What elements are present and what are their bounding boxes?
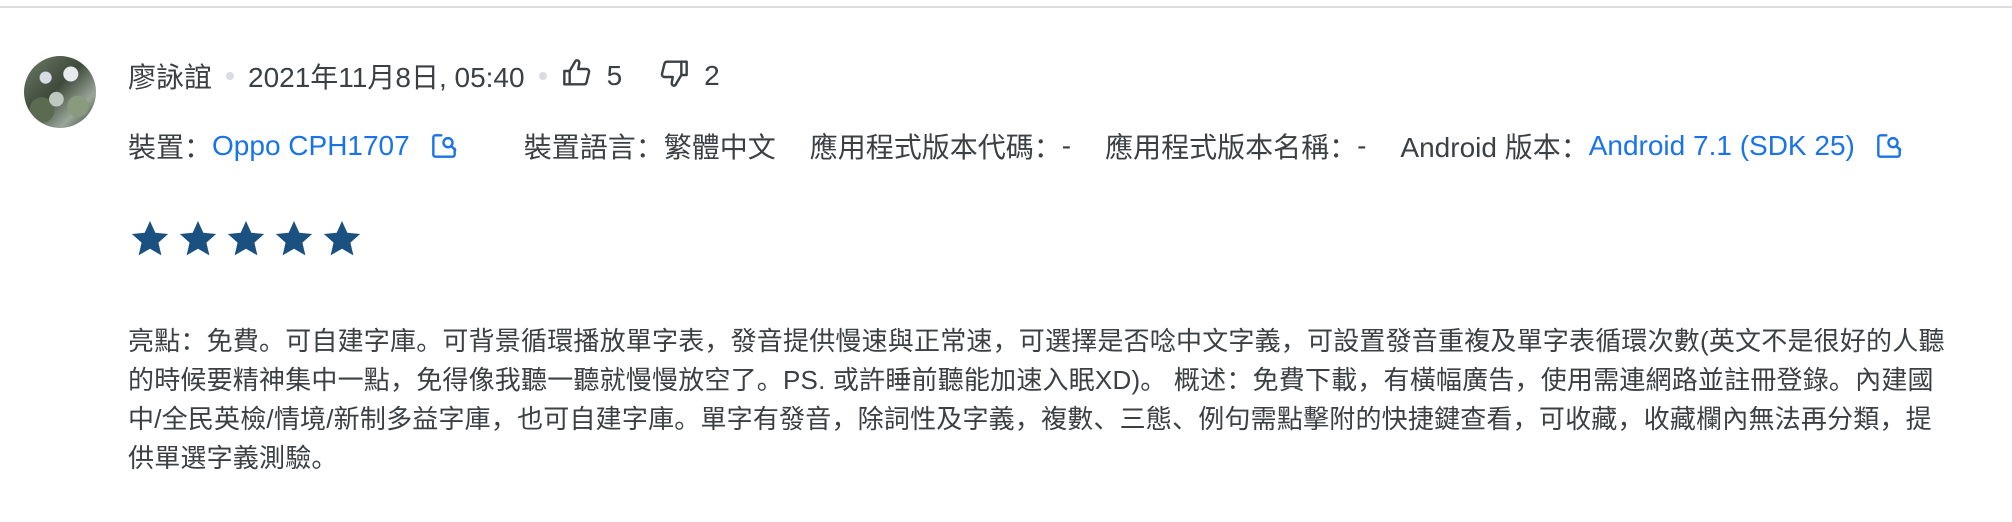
star-icon [320, 217, 364, 261]
down-vote-count: 2 [704, 60, 720, 91]
avatar [24, 56, 96, 128]
version-code-value: - [1061, 130, 1072, 161]
review-text: 亮點：免費。可自建字庫。可背景循環播放單字表，發音提供慢速與正常速，可選擇是否唸… [128, 326, 1945, 473]
language-value: 繁體中文 [663, 132, 776, 163]
up-vote-count: 5 [606, 60, 623, 91]
star-rating [128, 217, 368, 261]
version-name-value: - [1357, 130, 1367, 161]
separator-dot [538, 72, 547, 80]
top-divider [0, 6, 2012, 8]
up-vote-button[interactable]: 5 [561, 57, 623, 96]
version-code-label: 應用程式版本代碼： [809, 132, 1062, 163]
android-version-label: Android 版本： [1400, 132, 1589, 163]
review-date: 2021年11月8日, 05:40 [248, 62, 525, 93]
separator-dot [226, 72, 235, 80]
device-link[interactable]: Oppo CPH1707 [212, 130, 410, 162]
android-version-link[interactable]: Android 7.1 (SDK 25) [1589, 130, 1855, 162]
language-label: 裝置語言： [523, 132, 664, 163]
star-icon [128, 217, 172, 261]
review-header: 廖詠誼 2021年11月8日, 05:40 5 2 [128, 56, 720, 96]
thumb-down-icon [658, 57, 690, 96]
star-icon [224, 217, 268, 261]
open-in-new-icon[interactable] [1873, 130, 1905, 162]
open-in-new-icon[interactable] [428, 130, 460, 162]
author-name: 廖詠誼 [128, 62, 213, 93]
device-metadata: 裝置： Oppo CPH1707 裝置語言： 繁體中文 應用程式版本代碼： - … [128, 126, 1905, 166]
thumb-up-icon [561, 57, 593, 96]
device-label: 裝置： [128, 132, 213, 163]
star-icon [176, 217, 220, 261]
star-icon [272, 217, 316, 261]
version-name-label: 應用程式版本名稱： [1105, 132, 1358, 163]
down-vote-button[interactable]: 2 [658, 57, 720, 96]
